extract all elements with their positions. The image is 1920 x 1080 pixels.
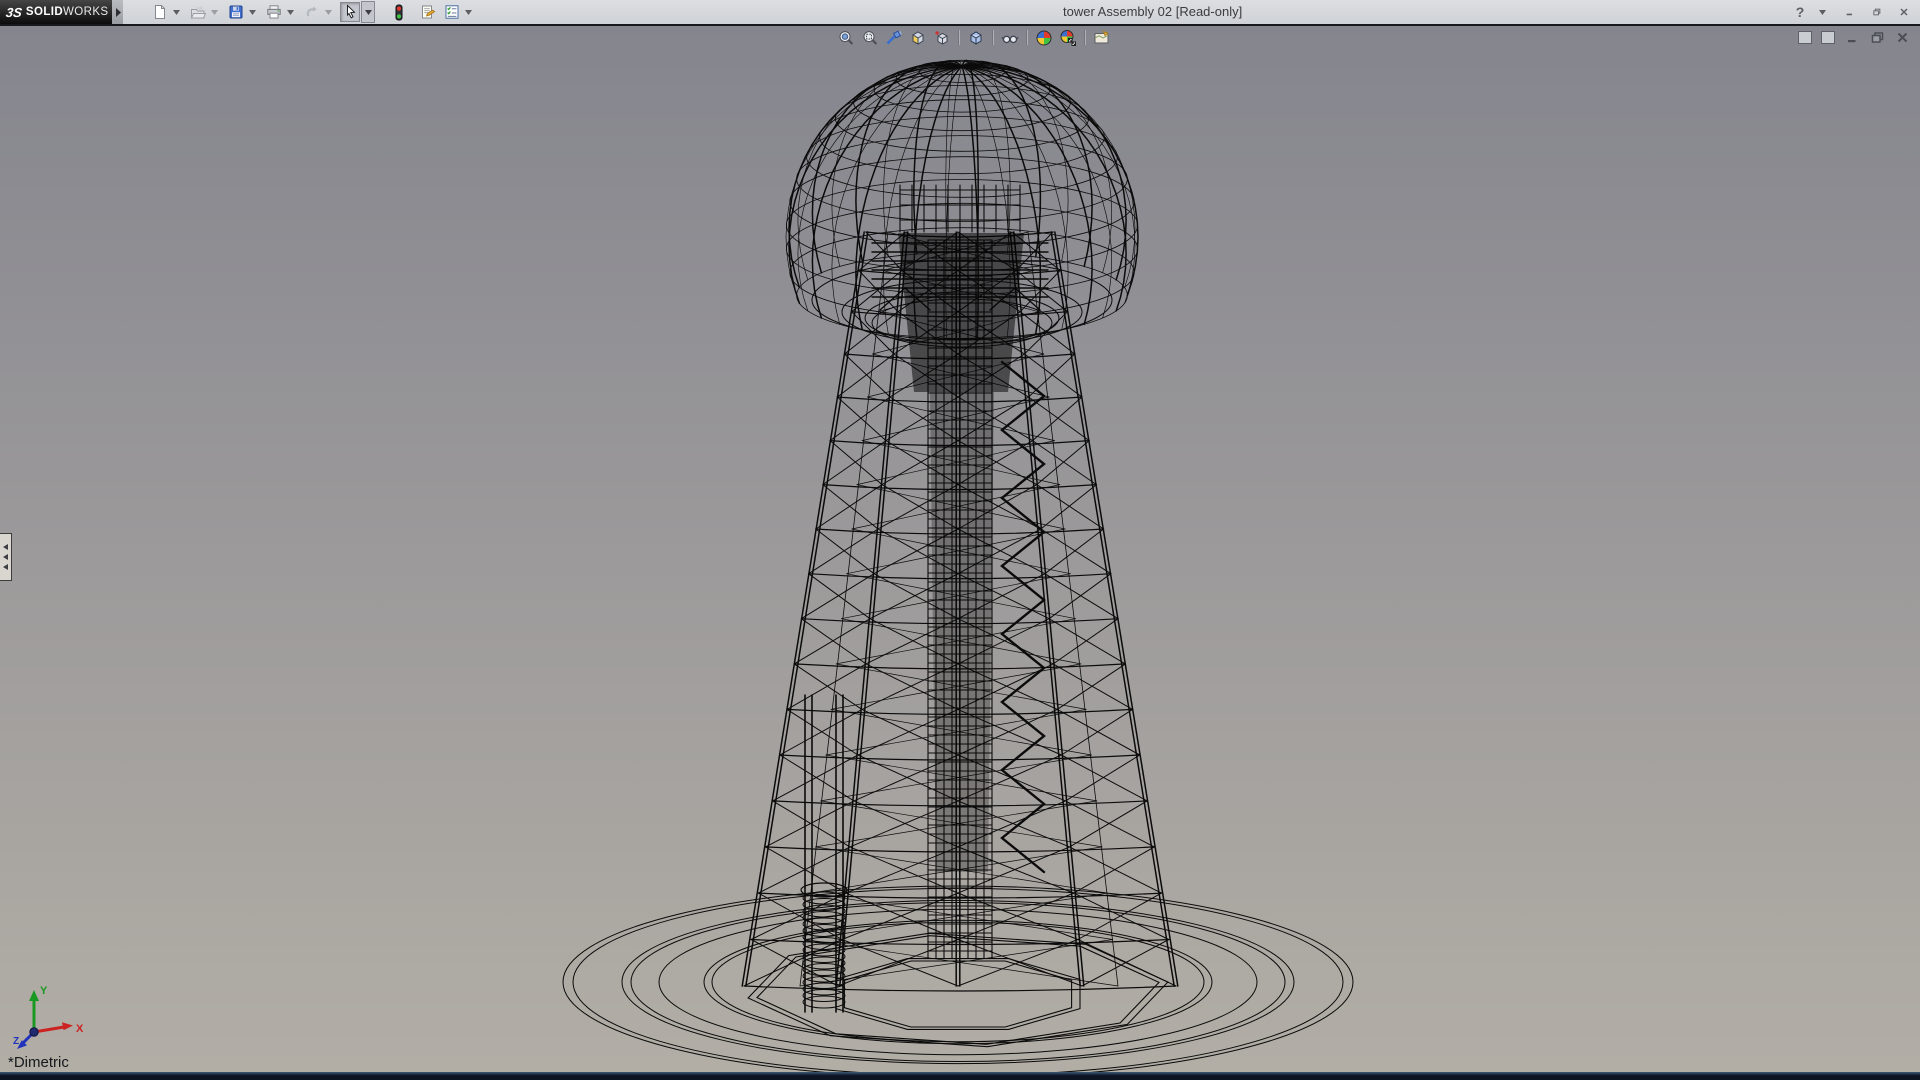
toolbar-separator	[1084, 30, 1085, 45]
previous-view-icon	[886, 30, 902, 44]
section-view-icon	[912, 30, 923, 45]
display-style-button[interactable]	[966, 28, 985, 47]
close-icon	[1897, 32, 1907, 42]
pane-right-button[interactable]	[1821, 30, 1835, 44]
select-button[interactable]	[340, 2, 360, 22]
doc-restore-button[interactable]	[1869, 30, 1885, 44]
view-orientation-icon	[934, 30, 947, 45]
standard-toolbar	[149, 0, 479, 24]
view-orientation-button[interactable]	[932, 28, 951, 47]
save-dropdown-arrow[interactable]	[247, 2, 257, 22]
apply-scene-icon	[1060, 29, 1076, 46]
close-icon	[1900, 8, 1908, 16]
pane-left-button[interactable]	[1798, 30, 1812, 44]
section-view-button[interactable]	[908, 28, 927, 47]
edit-appearance-icon	[1036, 30, 1051, 45]
triad-x-label: X	[76, 1023, 84, 1035]
rebuild-button[interactable]	[389, 2, 409, 22]
document-title: tower Assembly 02 [Read-only]	[1063, 4, 1243, 19]
view-orientation-label: *Dimetric	[8, 1054, 69, 1071]
zoom-to-area-icon	[863, 30, 877, 45]
restore-button[interactable]	[1867, 2, 1887, 22]
toolbar-separator	[958, 30, 959, 45]
select-dropdown-arrow[interactable]	[361, 1, 375, 23]
open-icon	[190, 6, 206, 19]
zoom-to-fit-icon	[839, 30, 853, 45]
status-strip	[0, 1072, 1920, 1080]
edit-appearance-button[interactable]	[1034, 28, 1053, 47]
new-document-icon	[155, 5, 165, 19]
solidworks-logo: 3S SOLID WORKS	[0, 0, 112, 24]
help-button[interactable]: ?	[1790, 2, 1810, 22]
help-icon: ?	[1795, 4, 1805, 20]
menu-expand-arrow[interactable]	[112, 0, 123, 24]
tower-wireframe-model	[562, 59, 1354, 1072]
minimize-icon	[1846, 13, 1852, 16]
graphics-viewport[interactable]: Y X Z *Dimetric	[0, 26, 1920, 1072]
triad-y-label: Y	[40, 985, 48, 997]
solidworks-window: 3S SOLID WORKS tower Assembly 02 [Read-o…	[0, 0, 1920, 1080]
close-button[interactable]	[1894, 2, 1914, 22]
toolbar-separator	[1026, 30, 1027, 45]
undo-dropdown-arrow[interactable]	[323, 2, 333, 22]
options-dropdown-arrow[interactable]	[463, 2, 473, 22]
doc-close-button[interactable]	[1894, 30, 1910, 44]
logo-text-bold: SOLID	[25, 6, 64, 18]
zoom-to-area-button[interactable]	[860, 28, 879, 47]
doc-minimize-button[interactable]	[1844, 30, 1860, 44]
save-button[interactable]	[226, 2, 246, 22]
file-properties-button[interactable]	[418, 2, 438, 22]
print-dropdown-arrow[interactable]	[285, 2, 295, 22]
new-dropdown-arrow[interactable]	[171, 2, 181, 22]
chevron-left-icon	[3, 554, 8, 560]
logo-text-light: WORKS	[63, 6, 109, 18]
restore-icon	[1873, 8, 1881, 16]
print-icon	[267, 5, 281, 19]
chevron-left-icon	[3, 544, 8, 550]
titlebar: 3S SOLID WORKS tower Assembly 02 [Read-o…	[0, 0, 1920, 26]
previous-view-button[interactable]	[884, 28, 903, 47]
options-icon	[445, 5, 459, 19]
undo-icon	[306, 6, 317, 17]
print-button[interactable]	[264, 2, 284, 22]
options-button[interactable]	[442, 2, 462, 22]
minimize-button[interactable]	[1840, 2, 1860, 22]
feature-manager-flyout-tab[interactable]	[0, 533, 12, 581]
file-properties-icon	[422, 5, 436, 19]
chevron-left-icon	[3, 564, 8, 570]
help-dropdown-arrow[interactable]	[1817, 2, 1827, 22]
triad-z-label: Z	[13, 1036, 19, 1047]
zoom-to-fit-button[interactable]	[836, 28, 855, 47]
orientation-triad: Y X Z	[13, 985, 84, 1049]
open-button[interactable]	[188, 2, 208, 22]
document-window-controls	[1798, 30, 1910, 44]
select-cursor-icon	[346, 4, 356, 19]
headsup-toolbar	[836, 28, 1111, 47]
view-settings-icon	[1094, 30, 1109, 43]
new-document-button[interactable]	[150, 2, 170, 22]
3ds-logo-mark: 3S	[4, 4, 23, 20]
apply-scene-button[interactable]	[1058, 28, 1077, 47]
minimize-icon	[1847, 39, 1855, 42]
hide-show-items-button[interactable]	[1000, 28, 1019, 47]
hide-show-items-icon	[1001, 35, 1018, 43]
chevron-right-icon	[115, 7, 121, 17]
toolbar-separator	[992, 30, 993, 45]
view-settings-button[interactable]	[1092, 28, 1111, 47]
undo-button[interactable]	[302, 2, 322, 22]
window-controls: ?	[1790, 0, 1914, 24]
display-style-icon	[970, 30, 981, 45]
restore-icon	[1871, 31, 1883, 43]
save-icon	[229, 5, 243, 19]
open-dropdown-arrow[interactable]	[209, 2, 219, 22]
rebuild-traffic-light-icon	[395, 4, 403, 20]
